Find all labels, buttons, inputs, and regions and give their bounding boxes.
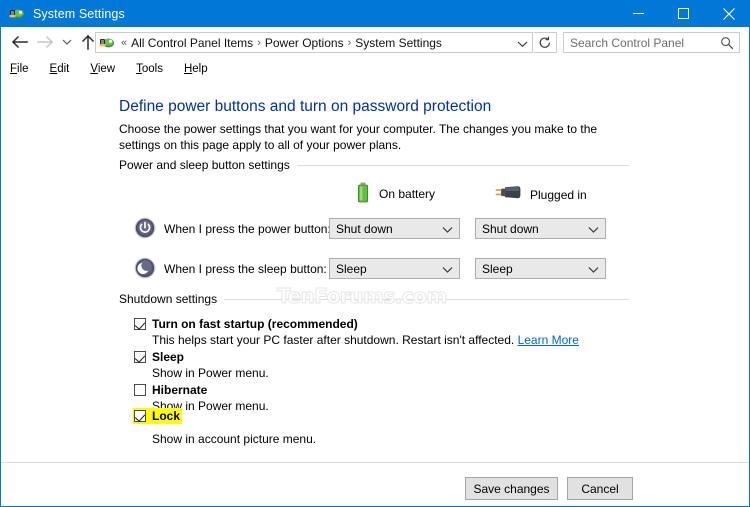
power-button-plugged-in-value: Shut down — [482, 221, 539, 236]
cancel-button[interactable]: Cancel — [567, 477, 633, 500]
column-header-on-battery-label: On battery — [379, 187, 436, 201]
checkbox-row-lock[interactable]: Lock — [133, 408, 183, 424]
power-button-icon — [134, 217, 156, 239]
chevron-down-icon — [588, 263, 599, 277]
title-bar: System Settings — [1, 0, 749, 27]
sleep-button-row-label: When I press the sleep button: — [164, 262, 327, 276]
hibernate-checkbox[interactable] — [134, 384, 146, 396]
power-section-header: Power and sleep button settings — [119, 158, 629, 172]
sleep-button-plugged-in-value: Sleep — [482, 261, 513, 276]
power-button-plugged-in-select[interactable]: Shut down — [475, 218, 606, 239]
forward-button[interactable] — [32, 29, 58, 55]
search-input[interactable]: Search Control Panel — [563, 32, 740, 53]
power-button-on-battery-value: Shut down — [336, 221, 393, 236]
power-button-row-label: When I press the power button: — [164, 222, 331, 236]
fast-startup-label: Turn on fast startup (recommended) — [152, 317, 358, 331]
search-icon[interactable] — [720, 36, 734, 53]
sleep-button-on-battery-select[interactable]: Sleep — [329, 258, 460, 279]
checkbox-row-fast-startup[interactable]: Turn on fast startup (recommended) — [134, 317, 358, 331]
page-description: Choose the power settings that you want … — [119, 122, 598, 152]
breadcrumb-item-system-settings[interactable]: System Settings — [355, 36, 442, 50]
footer-bar: Save changes Cancel — [1, 463, 749, 505]
learn-more-link[interactable]: Learn More — [518, 333, 579, 347]
window-title: System Settings — [33, 6, 125, 21]
menu-item-edit[interactable]: Edit — [50, 63, 70, 75]
breadcrumb-item-power-options[interactable]: Power Options — [265, 36, 344, 50]
page-title: Define power buttons and turn on passwor… — [119, 98, 492, 115]
breadcrumb-item-all-control-panel-items[interactable]: All Control Panel Items — [131, 36, 253, 50]
checkbox-row-sleep[interactable]: Sleep — [134, 350, 184, 364]
close-button[interactable] — [706, 0, 749, 27]
sleep-button-on-battery-value: Sleep — [336, 261, 367, 276]
sleep-button-icon — [134, 257, 156, 279]
address-bar: « All Control Panel Items › Power Option… — [1, 27, 749, 57]
menu-item-view[interactable]: View — [90, 63, 115, 75]
sleep-checkbox[interactable] — [134, 351, 146, 363]
control-panel-icon — [9, 6, 25, 22]
power-plug-icon — [495, 184, 521, 205]
chevron-down-icon — [442, 263, 453, 277]
lock-checkbox[interactable] — [134, 410, 146, 422]
menu-bar: File Edit View Tools Help — [1, 59, 749, 78]
breadcrumb-separator-1: › — [257, 36, 261, 49]
battery-icon — [356, 182, 370, 206]
breadcrumb-separator-2: › — [347, 36, 352, 49]
sleep-label: Sleep — [152, 350, 185, 364]
minimize-button[interactable] — [616, 0, 661, 27]
chevron-down-icon — [442, 223, 453, 237]
power-section-header-label: Power and sleep button settings — [119, 158, 290, 172]
breadcrumb-leading-separator: « — [121, 36, 128, 49]
watermark: TenForums.com — [277, 284, 448, 309]
column-header-plugged-in-label: Plugged in — [530, 187, 587, 202]
search-placeholder: Search Control Panel — [570, 35, 685, 50]
content-pane: Define power buttons and turn on passwor… — [1, 79, 749, 462]
back-button[interactable] — [6, 29, 32, 55]
power-button-on-battery-select[interactable]: Shut down — [329, 218, 460, 239]
chevron-down-icon — [588, 223, 599, 237]
lock-description: Show in account picture menu. — [152, 432, 317, 446]
checkbox-row-hibernate[interactable]: Hibernate — [134, 383, 207, 397]
column-header-on-battery: On battery — [356, 182, 435, 206]
recent-locations-chevron-down-icon[interactable] — [58, 29, 75, 55]
window-controls — [616, 0, 749, 27]
section-divider — [296, 164, 629, 166]
maximize-button[interactable] — [661, 0, 706, 27]
breadcrumb-control-panel-icon — [99, 35, 115, 51]
sleep-description: Show in Power menu. — [152, 366, 269, 380]
shutdown-section-header-label: Shutdown settings — [119, 292, 218, 306]
column-header-plugged-in: Plugged in — [495, 184, 587, 205]
hibernate-label: Hibernate — [152, 383, 208, 397]
fast-startup-description-text: This helps start your PC faster after sh… — [152, 333, 515, 347]
sleep-button-plugged-in-select[interactable]: Sleep — [475, 258, 606, 279]
menu-item-tools[interactable]: Tools — [136, 63, 163, 75]
system-settings-window: System Settings « All Control Panel Item… — [0, 0, 750, 507]
fast-startup-description: This helps start your PC faster after sh… — [152, 333, 579, 347]
menu-item-file[interactable]: File — [10, 63, 29, 75]
fast-startup-checkbox[interactable] — [134, 318, 146, 330]
menu-item-help[interactable]: Help — [184, 63, 208, 75]
breadcrumb[interactable]: « All Control Panel Items › Power Option… — [95, 32, 533, 53]
save-changes-button[interactable]: Save changes — [465, 477, 558, 500]
breadcrumb-chevron-down-icon[interactable] — [514, 36, 530, 51]
refresh-button[interactable] — [534, 32, 557, 53]
lock-label: Lock — [152, 409, 181, 423]
